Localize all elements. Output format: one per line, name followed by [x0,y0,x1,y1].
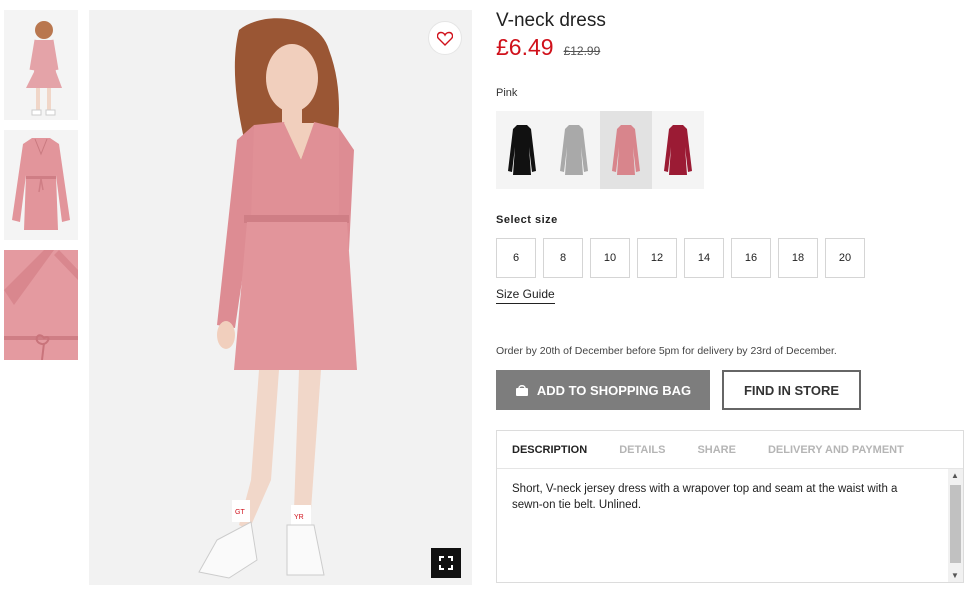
tab-share[interactable]: SHARE [697,444,736,456]
find-in-store-label: FIND IN STORE [743,382,840,398]
price-row: £6.49 £12.99 [496,34,600,61]
thumbnail-list [4,10,78,370]
add-to-bag-button[interactable]: ADD TO SHOPPING BAG [496,370,710,410]
add-to-bag-label: ADD TO SHOPPING BAG [536,382,692,398]
swatch-grey[interactable] [548,111,600,189]
dress-swatch-icon [664,125,692,175]
svg-text:GT: GT [235,509,245,516]
panel-scrollbar[interactable]: ▲ ▼ [948,469,963,582]
size-option-12[interactable]: 12 [637,238,677,278]
swatch-burgundy[interactable] [652,111,704,189]
thumbnail-dress-flat[interactable] [4,130,78,240]
tab-description[interactable]: DESCRIPTION [512,444,587,456]
heart-icon [437,31,453,46]
tab-delivery-payment[interactable]: DELIVERY AND PAYMENT [768,444,904,456]
size-option-20[interactable]: 20 [825,238,865,278]
model-photo: GT YR [89,10,472,585]
swatch-pink[interactable] [600,111,652,189]
current-price: £6.49 [496,34,554,60]
dress-swatch-icon [508,125,536,175]
fullscreen-button[interactable] [431,548,461,578]
tab-details[interactable]: DETAILS [619,444,665,456]
dress-swatch-icon [612,125,640,175]
product-info-panel: DESCRIPTION DETAILS SHARE DELIVERY AND P… [496,430,964,583]
expand-icon [439,556,453,570]
description-text: Short, V-neck jersey dress with a wrapov… [512,483,898,511]
color-swatches [496,111,704,189]
size-option-16[interactable]: 16 [731,238,771,278]
scroll-down-icon[interactable]: ▼ [951,571,959,580]
svg-text:YR: YR [294,514,304,521]
swatch-black[interactable] [496,111,548,189]
info-tabs: DESCRIPTION DETAILS SHARE DELIVERY AND P… [497,431,963,469]
old-price: £12.99 [563,44,601,58]
select-size-heading: Select size [496,214,558,226]
favorite-button[interactable] [428,21,462,55]
main-product-image[interactable]: GT YR [89,10,472,585]
shopping-bag-icon [515,384,528,396]
delivery-note: Order by 20th of December before 5pm for… [496,345,837,357]
scroll-up-icon[interactable]: ▲ [951,471,959,480]
size-option-18[interactable]: 18 [778,238,818,278]
dress-swatch-icon [560,125,588,175]
size-guide-link[interactable]: Size Guide [496,287,555,304]
selected-color-label: Pink [496,87,518,99]
thumbnail-model[interactable] [4,10,78,120]
size-option-14[interactable]: 14 [684,238,724,278]
scrollbar-thumb[interactable] [950,485,961,563]
product-title: V-neck dress [496,10,606,31]
size-selector: 6 8 10 12 14 16 18 20 [496,238,865,278]
size-option-10[interactable]: 10 [590,238,630,278]
size-option-6[interactable]: 6 [496,238,536,278]
thumbnail-dress-detail[interactable] [4,250,78,360]
find-in-store-button[interactable]: FIND IN STORE [722,370,861,410]
size-option-8[interactable]: 8 [543,238,583,278]
